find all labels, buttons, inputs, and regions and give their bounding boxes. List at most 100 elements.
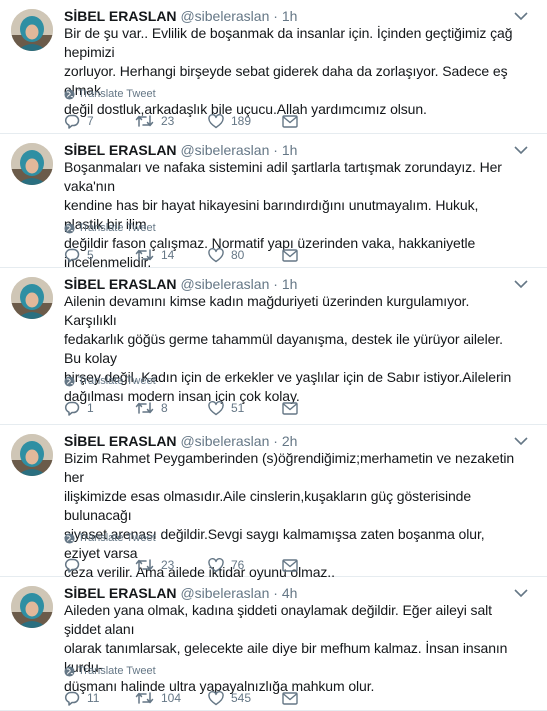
timestamp[interactable]: 1h — [282, 8, 298, 24]
tweet-header: SİBEL ERASLAN @sibeleraslan · 1h — [64, 141, 297, 159]
tweet-header: SİBEL ERASLAN @sibeleraslan · 4h — [64, 584, 297, 602]
like-count: 76 — [231, 558, 245, 572]
tweet[interactable]: SİBEL ERASLAN @sibeleraslan · 2h Bizim R… — [0, 425, 547, 580]
author-name[interactable]: SİBEL ERASLAN — [64, 142, 177, 158]
author-handle[interactable]: @sibeleraslan — [180, 433, 269, 449]
retweet-button[interactable]: 23 — [135, 112, 174, 130]
avatar[interactable] — [11, 586, 53, 628]
globe-icon — [64, 375, 75, 387]
chevron-down-icon[interactable] — [513, 10, 529, 22]
separator: · — [273, 276, 278, 292]
envelope-icon — [282, 401, 298, 415]
reply-icon — [65, 248, 80, 263]
like-button[interactable]: 76 — [208, 556, 244, 574]
chevron-down-icon[interactable] — [513, 435, 529, 447]
avatar[interactable] — [11, 143, 53, 185]
author-name[interactable]: SİBEL ERASLAN — [64, 8, 177, 24]
translate-tweet-label[interactable]: Translate Tweet — [78, 221, 156, 235]
author-handle[interactable]: @sibeleraslan — [180, 276, 269, 292]
like-button[interactable]: 80 — [208, 246, 244, 264]
reply-count: 1 — [87, 401, 94, 415]
reply-count: 7 — [87, 114, 94, 128]
like-button[interactable]: 189 — [208, 112, 251, 130]
author-handle[interactable]: @sibeleraslan — [180, 8, 269, 24]
avatar[interactable] — [11, 9, 53, 51]
translate-tweet-label[interactable]: Translate Tweet — [78, 664, 156, 678]
heart-icon — [208, 247, 224, 262]
envelope-icon — [282, 558, 298, 572]
reply-icon — [65, 114, 80, 129]
reply-icon — [65, 691, 80, 706]
direct-message-button[interactable] — [282, 556, 298, 574]
translate-tweet-link[interactable]: Translate Tweet — [64, 531, 156, 545]
retweet-count: 23 — [161, 558, 175, 572]
separator: · — [273, 8, 278, 24]
heart-icon — [208, 113, 224, 128]
translate-tweet-link[interactable]: Translate Tweet — [64, 87, 156, 101]
translate-tweet-label[interactable]: Translate Tweet — [78, 531, 156, 545]
globe-icon — [64, 88, 75, 100]
reply-icon — [65, 401, 80, 416]
retweet-count: 14 — [161, 248, 175, 262]
tweet-text-line: Boşanmaları ve nafaka sistemini adil şar… — [64, 159, 502, 194]
tweet[interactable]: SİBEL ERASLAN @sibeleraslan · 1h Ailenin… — [0, 268, 547, 425]
chevron-down-icon[interactable] — [513, 144, 529, 156]
author-handle[interactable]: @sibeleraslan — [180, 142, 269, 158]
timestamp[interactable]: 4h — [282, 585, 298, 601]
translate-tweet-label[interactable]: Translate Tweet — [78, 374, 156, 388]
direct-message-button[interactable] — [282, 246, 298, 264]
like-count: 80 — [231, 248, 245, 262]
reply-icon — [65, 558, 80, 573]
author-name[interactable]: SİBEL ERASLAN — [64, 585, 177, 601]
author-handle[interactable]: @sibeleraslan — [180, 585, 269, 601]
envelope-icon — [282, 691, 298, 705]
timestamp[interactable]: 1h — [282, 276, 298, 292]
tweet-header: SİBEL ERASLAN @sibeleraslan · 1h — [64, 7, 297, 25]
translate-tweet-link[interactable]: Translate Tweet — [64, 664, 156, 678]
timestamp[interactable]: 2h — [282, 433, 298, 449]
like-button[interactable]: 51 — [208, 399, 244, 417]
chevron-down-icon[interactable] — [513, 278, 529, 290]
reply-button[interactable]: 7 — [64, 112, 94, 130]
globe-icon — [64, 532, 75, 544]
globe-icon — [64, 665, 75, 677]
reply-button[interactable]: 1 — [64, 399, 94, 417]
translate-tweet-link[interactable]: Translate Tweet — [64, 221, 156, 235]
retweet-icon — [135, 249, 154, 261]
direct-message-button[interactable] — [282, 689, 298, 707]
heart-icon — [208, 690, 224, 705]
reply-button[interactable]: 11 — [64, 689, 99, 707]
tweet-text-line: ilişkimizde esas olmasıdır.Aile cinsleri… — [64, 488, 472, 523]
tweet-text: Aileden yana olmak, kadına şiddeti onayl… — [64, 601, 519, 696]
separator: · — [273, 142, 278, 158]
heart-icon — [208, 557, 224, 572]
tweet[interactable]: SİBEL ERASLAN @sibeleraslan · 1h Boşanma… — [0, 134, 547, 270]
tweet-text-line: Ailenin devamını kimse kadın mağduriyeti… — [64, 293, 470, 328]
translate-tweet-link[interactable]: Translate Tweet — [64, 374, 156, 388]
retweet-button[interactable]: 14 — [135, 246, 174, 264]
retweet-icon — [135, 115, 154, 127]
reply-button[interactable]: 5 — [64, 246, 94, 264]
envelope-icon — [282, 248, 298, 262]
like-count: 51 — [231, 401, 245, 415]
retweet-button[interactable]: 8 — [135, 399, 168, 417]
tweet[interactable]: SİBEL ERASLAN @sibeleraslan · 4h Aileden… — [0, 577, 547, 711]
direct-message-button[interactable] — [282, 399, 298, 417]
timestamp[interactable]: 1h — [282, 142, 298, 158]
tweet-text-line: Bizim Rahmet Peygamberinden (s)öğrendiği… — [64, 450, 515, 485]
tweet-text-line: Aileden yana olmak, kadına şiddeti onayl… — [64, 602, 492, 637]
avatar[interactable] — [11, 434, 53, 476]
author-name[interactable]: SİBEL ERASLAN — [64, 276, 177, 292]
tweet[interactable]: SİBEL ERASLAN @sibeleraslan · 1h Bir de … — [0, 0, 547, 134]
reply-button[interactable] — [64, 556, 87, 574]
reply-count: 11 — [87, 691, 100, 705]
tweet-text-line: fedakarlık göğüs germe tahammül dayanışm… — [64, 331, 503, 366]
author-name[interactable]: SİBEL ERASLAN — [64, 433, 177, 449]
retweet-button[interactable]: 23 — [135, 556, 174, 574]
like-button[interactable]: 545 — [208, 689, 251, 707]
retweet-button[interactable]: 104 — [135, 689, 181, 707]
avatar[interactable] — [11, 277, 53, 319]
chevron-down-icon[interactable] — [513, 587, 529, 599]
translate-tweet-label[interactable]: Translate Tweet — [78, 87, 156, 101]
direct-message-button[interactable] — [282, 112, 298, 130]
